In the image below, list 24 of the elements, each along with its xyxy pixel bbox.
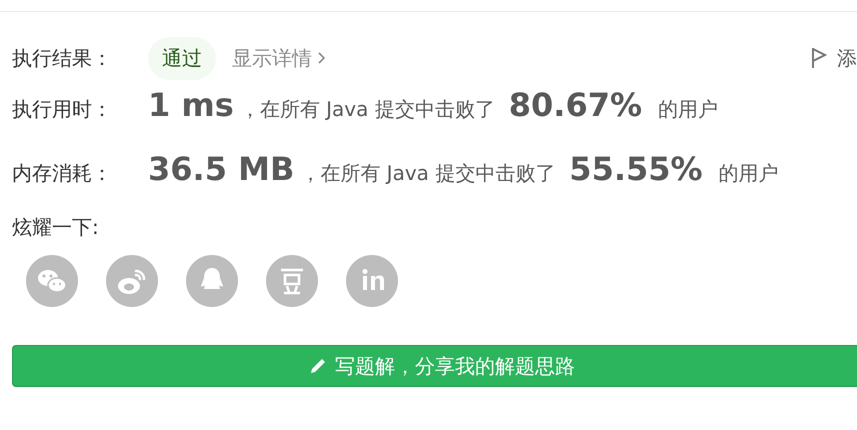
linkedin-share-icon[interactable] <box>346 255 398 307</box>
flag-icon[interactable] <box>811 47 827 69</box>
share-label: 炫耀一下: <box>12 215 99 239</box>
stat-suffix: 的用户 <box>658 96 718 123</box>
qq-share-icon[interactable] <box>186 255 238 307</box>
result-label: 执行结果： <box>12 44 113 72</box>
stat-percent: 55.55% <box>569 150 703 188</box>
write-solution-button[interactable]: 写题解，分享我的解题思路 <box>12 345 857 387</box>
pencil-icon <box>309 357 327 375</box>
stat-percent: 80.67% <box>508 86 642 124</box>
stat-label: 执行用时： <box>12 96 113 123</box>
wechat-share-icon[interactable] <box>26 255 78 307</box>
stat-text: ，在所有 Java 提交中击败了 <box>240 96 495 123</box>
details-link[interactable]: 显示详情 <box>232 44 312 72</box>
stat-value: 1 ms <box>148 86 234 124</box>
weibo-share-icon[interactable] <box>106 255 158 307</box>
stat-suffix: 的用户 <box>718 160 779 187</box>
status-badge: 通过 <box>148 36 216 80</box>
douban-share-icon[interactable] <box>266 255 318 307</box>
add-note-link[interactable]: 添 <box>837 44 857 72</box>
stat-label: 内存消耗： <box>12 160 113 187</box>
chevron-icon <box>318 52 325 64</box>
stat-text: ，在所有 Java 提交中击败了 <box>300 160 556 187</box>
stat-value: 36.5 MB <box>148 150 294 188</box>
